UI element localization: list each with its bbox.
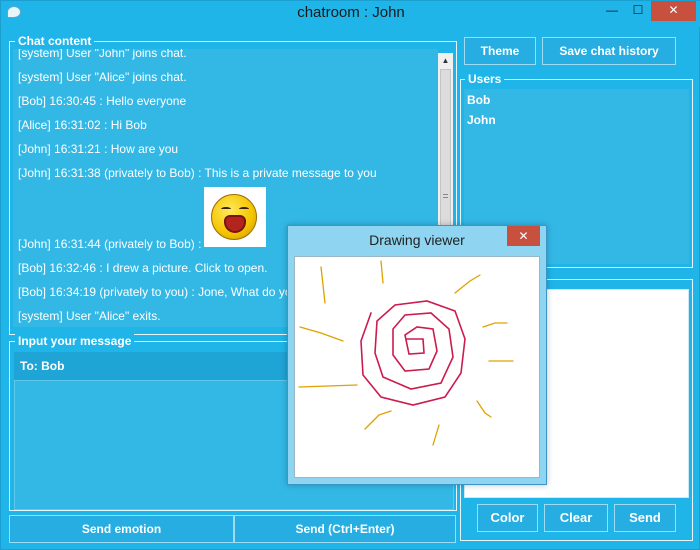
window-title: chatroom : John — [297, 4, 405, 21]
chat-message: [Bob] 16:34:19 (privately to you) : Jone… — [18, 285, 299, 299]
send-message-button[interactable]: Send (Ctrl+Enter) — [234, 515, 456, 543]
send-emotion-button[interactable]: Send emotion — [9, 515, 234, 543]
chat-message: [John] 16:31:38 (privately to Bob) : Thi… — [18, 166, 377, 180]
spiral-stroke — [360, 300, 466, 406]
title-bar[interactable]: chatroom : John — ☐ ✕ — [1, 1, 700, 27]
sun-ray — [364, 410, 392, 430]
input-message-legend: Input your message — [15, 334, 135, 348]
sun-ray — [454, 274, 481, 294]
recipient-label: To: Bob — [20, 359, 65, 373]
emoji-mouth — [224, 215, 246, 233]
minimize-button[interactable]: — — [599, 1, 625, 21]
emoji-face — [211, 194, 257, 240]
user-item-bob[interactable]: Bob — [467, 93, 490, 107]
emoji-eye — [239, 207, 249, 211]
users-legend: Users — [465, 72, 505, 86]
clear-button[interactable]: Clear — [544, 504, 608, 532]
sun-ray — [380, 260, 384, 284]
chat-message: [system] User "Alice" joins chat. — [18, 70, 187, 84]
scroll-up-arrow-icon[interactable]: ▲ — [438, 53, 453, 68]
sun-ray — [320, 266, 326, 304]
drawing-viewer-dialog: Drawing viewer ✕ — [287, 225, 547, 485]
chat-message: [Alice] 16:31:02 : Hi Bob — [18, 118, 147, 132]
sun-drawing — [298, 260, 514, 446]
viewer-close-button[interactable]: ✕ — [507, 226, 540, 246]
chat-content-legend: Chat content — [15, 34, 95, 48]
save-chat-history-button[interactable]: Save chat history — [542, 37, 676, 65]
send-drawing-button[interactable]: Send — [614, 504, 676, 532]
sun-ray — [299, 326, 344, 342]
sun-rays — [298, 260, 514, 446]
laughing-emoji-icon[interactable] — [204, 187, 266, 247]
emoji-eye — [221, 207, 231, 211]
chat-message: [system] User "Alice" exits. — [18, 309, 161, 323]
close-button[interactable]: ✕ — [651, 1, 696, 21]
chat-message: [Bob] 16:30:45 : Hello everyone — [18, 94, 187, 108]
user-item-john[interactable]: John — [467, 113, 496, 127]
theme-button[interactable]: Theme — [464, 37, 536, 65]
sun-ray — [476, 400, 492, 418]
sun-ray — [482, 322, 508, 328]
chat-message: [system] User "John" joins chat. — [18, 49, 187, 60]
sun-ray — [298, 384, 358, 388]
chatroom-window: chatroom : John — ☐ ✕ Chat content [syst… — [0, 0, 700, 550]
chat-message: [John] 16:31:21 : How are you — [18, 142, 179, 156]
sun-ray — [432, 424, 440, 446]
chat-message: [John] 16:31:44 (privately to Bob) : — [18, 237, 202, 251]
drawing-viewer-canvas — [294, 256, 540, 478]
maximize-button[interactable]: ☐ — [625, 1, 651, 21]
color-button[interactable]: Color — [477, 504, 538, 532]
grip-icon — [443, 194, 448, 198]
chat-message-drawing-link[interactable]: [Bob] 16:32:46 : I drew a picture. Click… — [18, 261, 267, 275]
